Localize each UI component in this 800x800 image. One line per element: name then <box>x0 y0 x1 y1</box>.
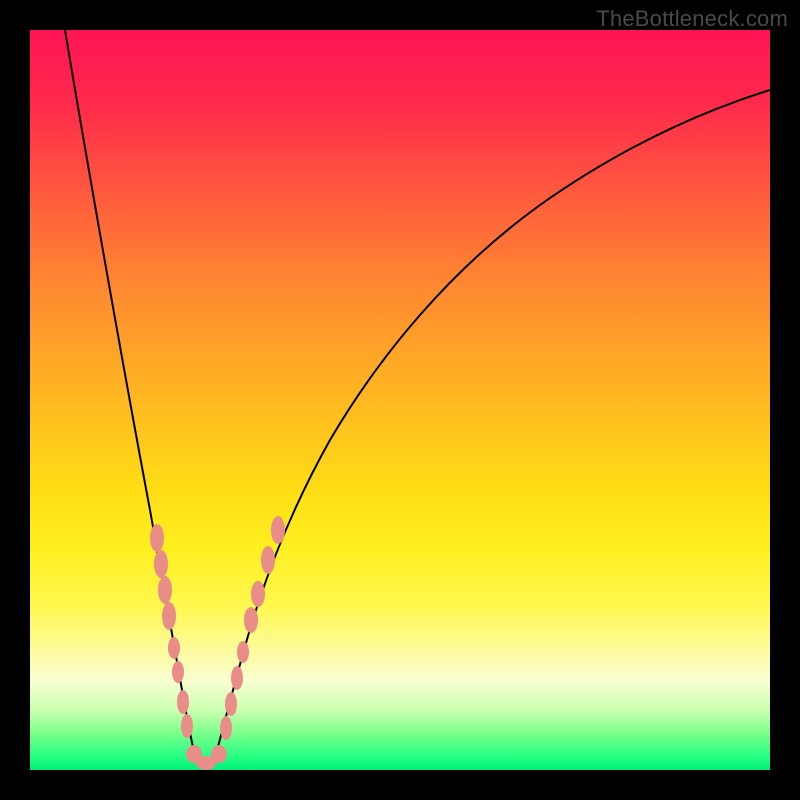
bead <box>271 516 285 544</box>
bead-markers <box>150 516 285 770</box>
bead <box>162 602 176 630</box>
bead <box>168 637 180 659</box>
bead <box>261 546 275 574</box>
bead <box>154 550 168 578</box>
bead <box>177 690 189 714</box>
bead <box>220 716 232 740</box>
bead <box>211 745 227 763</box>
bead <box>172 661 184 683</box>
bead <box>181 714 193 738</box>
curve-right-branch <box>213 90 770 765</box>
bottleneck-curve-chart <box>30 30 770 770</box>
gradient-plot-area <box>30 30 770 770</box>
bead <box>225 692 237 716</box>
bead <box>231 666 243 690</box>
bead <box>237 641 249 663</box>
watermark-text: TheBottleneck.com <box>596 6 788 32</box>
bead <box>244 607 258 633</box>
bead <box>150 524 164 552</box>
bead <box>158 576 172 604</box>
bead <box>251 581 265 607</box>
